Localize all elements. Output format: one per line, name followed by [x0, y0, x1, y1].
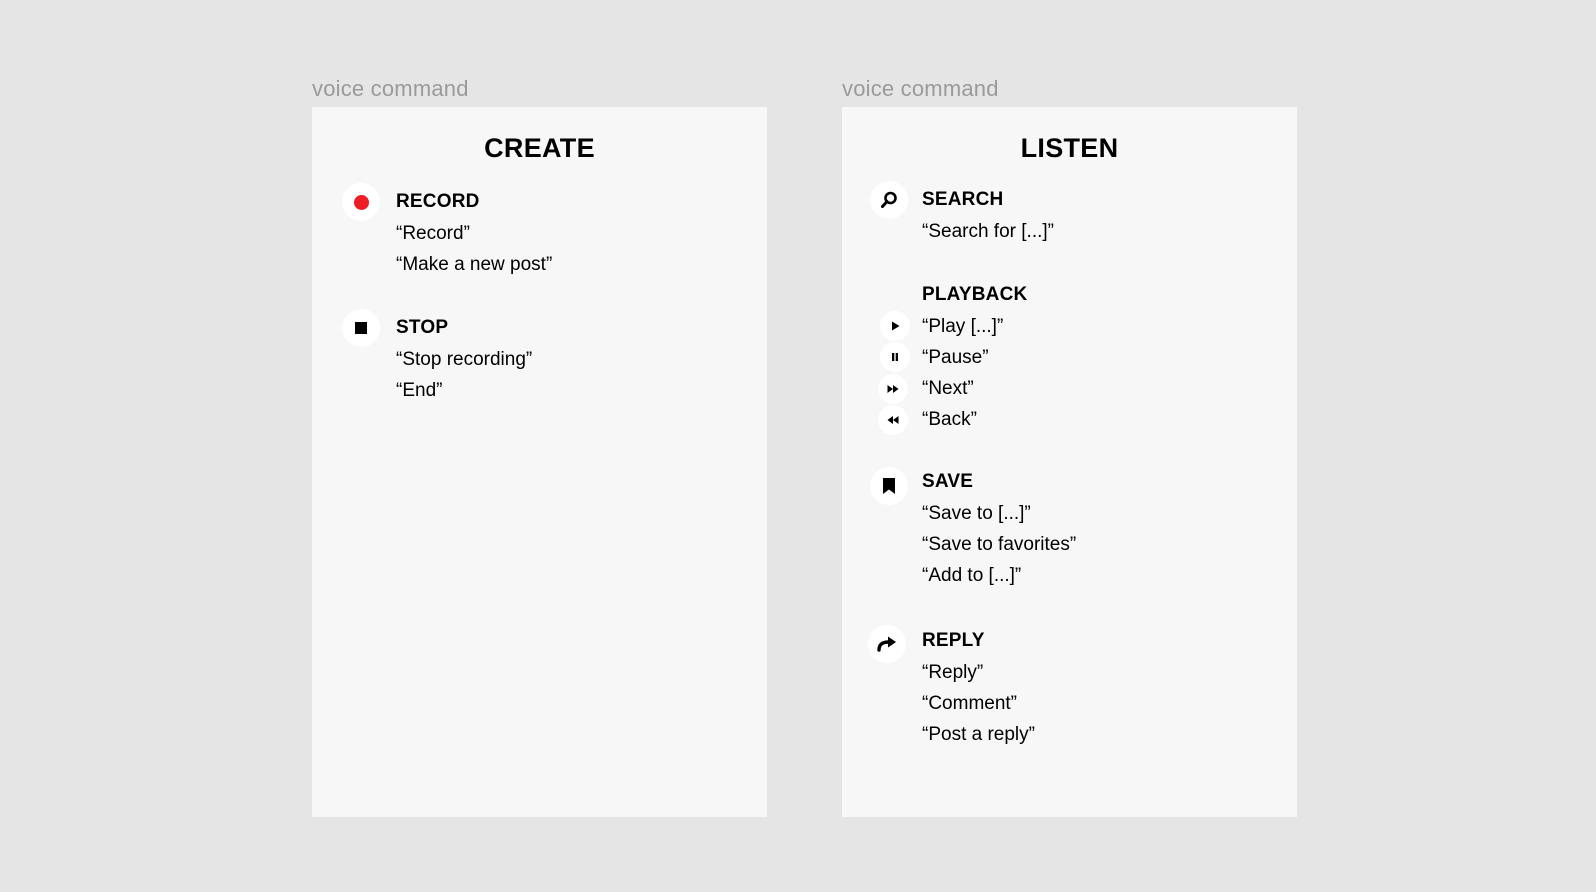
- playback-heading: PLAYBACK: [922, 284, 1028, 305]
- create-card: CREATE RECORD “Record” “Make a new post”…: [312, 107, 767, 817]
- search-phrase: “Search for [...]”: [922, 221, 1054, 242]
- fast-forward-icon[interactable]: [878, 374, 908, 404]
- pause-phrase: “Pause”: [922, 347, 989, 368]
- record-heading: RECORD: [396, 191, 480, 212]
- play-glyph: [892, 321, 900, 331]
- rewind-icon[interactable]: [878, 405, 908, 435]
- search-glyph: [881, 191, 897, 208]
- card-title-create: CREATE: [484, 133, 595, 163]
- card-title-listen: LISTEN: [1020, 133, 1119, 163]
- record-phrase: “Record”: [396, 223, 470, 244]
- play-icon[interactable]: [880, 311, 910, 341]
- stop-icon[interactable]: [342, 309, 380, 347]
- play-phrase: “Play [...]”: [922, 316, 1004, 337]
- back-phrase: “Back”: [922, 409, 977, 430]
- stop-square: [355, 322, 367, 334]
- reply-glyph: [877, 636, 896, 652]
- next-phrase: “Next”: [922, 378, 974, 399]
- pause-icon[interactable]: [880, 342, 910, 372]
- record-dot: [353, 194, 369, 210]
- frame-label-listen: voice command: [842, 76, 999, 101]
- reply-phrase: “Comment”: [922, 693, 1018, 714]
- stop-phrase: “Stop recording”: [396, 349, 533, 370]
- listen-card: LISTEN SEARCH “Search for [...]” PLAYBAC…: [842, 107, 1297, 817]
- bookmark-glyph: [883, 478, 895, 494]
- reply-icon[interactable]: [868, 625, 906, 663]
- save-phrase: “Save to [...]”: [922, 503, 1031, 524]
- record-phrase: “Make a new post”: [396, 254, 553, 275]
- reply-heading: REPLY: [922, 630, 985, 651]
- save-heading: SAVE: [922, 471, 974, 492]
- reply-phrase: “Reply”: [922, 662, 984, 683]
- record-icon[interactable]: [342, 183, 380, 221]
- rewind-glyph: [887, 416, 899, 424]
- frame-label-create: voice command: [312, 76, 469, 101]
- reply-phrase: “Post a reply”: [922, 724, 1035, 745]
- bookmark-icon[interactable]: [870, 467, 908, 505]
- search-icon[interactable]: [870, 181, 908, 219]
- search-heading: SEARCH: [922, 189, 1004, 210]
- stop-phrase: “End”: [396, 380, 443, 401]
- save-phrase: “Add to [...]”: [922, 565, 1022, 586]
- save-phrase: “Save to favorites”: [922, 534, 1077, 555]
- pause-glyph: [892, 353, 898, 361]
- fast-forward-glyph: [887, 385, 899, 393]
- stop-heading: STOP: [396, 317, 449, 338]
